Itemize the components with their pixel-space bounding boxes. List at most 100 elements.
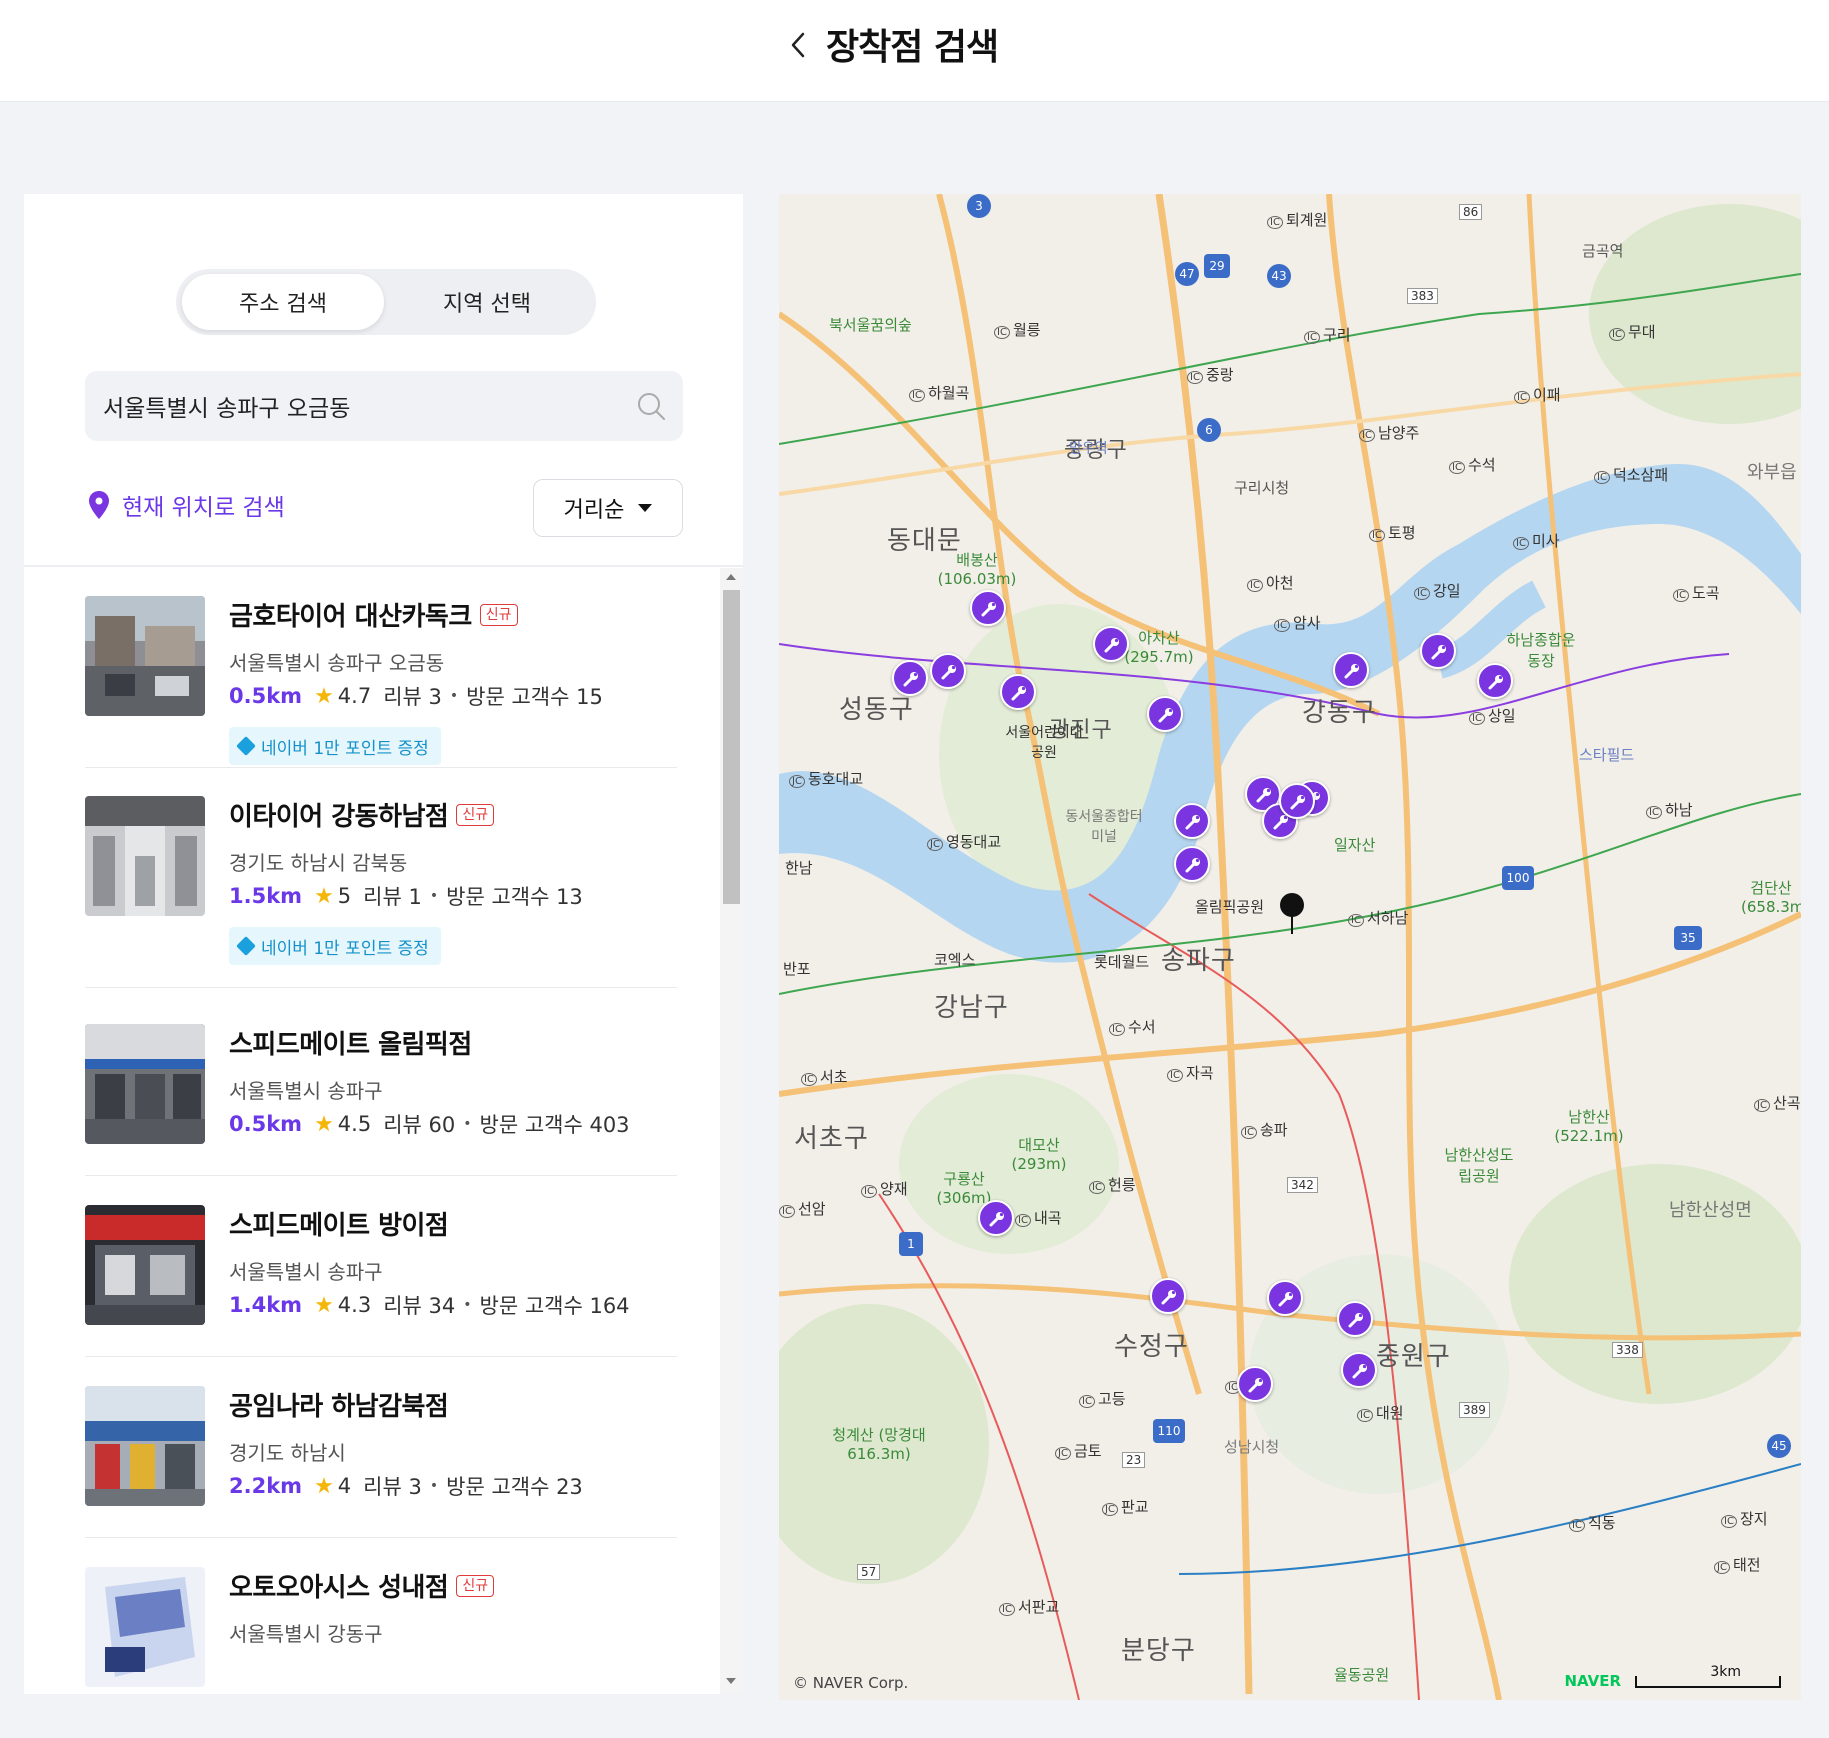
shop-marker-wrench-icon[interactable] [1279, 783, 1315, 819]
divider [24, 565, 743, 567]
shop-marker-wrench-icon[interactable] [1267, 1280, 1303, 1316]
route-shield: 383 [1407, 288, 1438, 304]
shop-meta: 0.5km ★ 4.7 리뷰 3 • 방문 고객수 15 [229, 681, 603, 711]
shop-marker-wrench-icon[interactable] [1174, 846, 1210, 882]
ic-label: IC 고등 [1079, 1388, 1126, 1409]
tab-region-select[interactable]: 지역 선택 [386, 274, 588, 330]
shop-visitors: 방문 고객수 164 [479, 1294, 630, 1318]
shop-marker-wrench-icon[interactable] [978, 1200, 1014, 1236]
shop-thumbnail [85, 1386, 205, 1506]
shop-marker-wrench-icon[interactable] [970, 590, 1006, 626]
naver-logo: NAVER [1564, 1672, 1621, 1690]
ic-label: IC 토평 [1369, 522, 1416, 543]
shop-name: 스피드메이트 올림픽점 [229, 1030, 472, 1060]
list-item[interactable]: 금호타이어 대산카독크 신규 서울특별시 송파구 오금동 0.5km ★ 4.7 … [85, 568, 677, 768]
shop-visitors: 방문 고객수 23 [446, 1475, 583, 1499]
list-item[interactable]: 공임나라 하남감북점 경기도 하남시 2.2km ★ 4 리뷰 3 • 방문 고… [85, 1378, 677, 1538]
route-shield: 43 [1267, 264, 1291, 288]
route-shield: 29 [1204, 254, 1230, 278]
promo-text: 네이버 1만 포인트 증정 [261, 938, 429, 959]
search-input[interactable] [103, 371, 623, 441]
shop-meta: 2.2km ★ 4 리뷰 3 • 방문 고객수 23 [229, 1471, 583, 1501]
list-item[interactable]: 오토오아시스 성내점 신규 서울특별시 강동구 [85, 1559, 677, 1694]
place-label: 남한산성면 [1669, 1200, 1752, 1221]
shop-marker-wrench-icon[interactable] [1093, 626, 1129, 662]
ic-label: IC 수서 [1109, 1016, 1156, 1037]
tag-icon [236, 936, 256, 956]
new-badge: 신규 [456, 1574, 495, 1597]
place-label: 북서울꿈의숲 [829, 316, 912, 334]
ic-label: IC 도곡 [1673, 582, 1720, 603]
header-bar: 장착점 검색 [0, 0, 1829, 102]
list-item[interactable]: 이타이어 강동하남점 신규 경기도 하남시 감북동 1.5km ★ 5 리뷰 1 … [85, 788, 677, 988]
shop-marker-wrench-icon[interactable] [1237, 1366, 1273, 1402]
map-copyright: © NAVER Corp. [793, 1674, 909, 1692]
current-location-pin-icon[interactable] [1279, 892, 1305, 936]
shop-marker-wrench-icon[interactable] [1477, 663, 1513, 699]
current-location-label: 현재 위치로 검색 [122, 495, 285, 521]
new-badge: 신규 [479, 603, 518, 626]
ic-label: IC 덕소삼패 [1594, 464, 1668, 485]
shop-marker-wrench-icon[interactable] [930, 653, 966, 689]
scroll-down-arrow-icon[interactable] [726, 1678, 736, 1684]
separator-dot: • [429, 1478, 439, 1494]
shop-thumbnail [85, 1205, 205, 1325]
route-shield: 6 [1197, 418, 1221, 442]
shop-reviews: 리뷰 1 [363, 885, 422, 909]
route-shield: 100 [1502, 866, 1534, 890]
shop-meta: 1.5km ★ 5 리뷰 1 • 방문 고객수 13 [229, 881, 583, 911]
shop-thumbnail [85, 1024, 205, 1144]
current-location-button[interactable]: 현재 위치로 검색 [88, 488, 285, 522]
ic-label: IC 송파 [1241, 1119, 1288, 1140]
district-label: 분당구 [1121, 1636, 1196, 1666]
list-item[interactable]: 스피드메이트 올림픽점 서울특별시 송파구 0.5km ★ 4.5 리뷰 60 … [85, 1016, 677, 1176]
shop-visitors: 방문 고객수 13 [446, 885, 583, 909]
place-label: 대모산 (293m) [1011, 1136, 1067, 1173]
new-badge: 신규 [456, 803, 495, 826]
sort-dropdown[interactable]: 거리순 [533, 479, 683, 537]
shop-marker-wrench-icon[interactable] [1337, 1301, 1373, 1337]
route-shield: 338 [1612, 1342, 1643, 1358]
separator-dot: • [463, 1297, 472, 1313]
ic-label: IC 내곡 [1015, 1207, 1062, 1228]
shop-marker-wrench-icon[interactable] [1333, 652, 1369, 688]
route-shield: 23 [1122, 1452, 1146, 1468]
place-label: 금곡역 [1582, 242, 1624, 260]
ic-label: JC 판교 [1102, 1496, 1149, 1517]
shop-marker-wrench-icon[interactable] [1174, 803, 1210, 839]
map-view[interactable]: 동대문 성동구 광진구 강동구 송파구 강남구 서초구 수정구 중원구 분당구 … [779, 194, 1801, 1700]
ic-label: IC 선암 [779, 1198, 826, 1219]
place-label: 하남종합운동장 [1506, 631, 1576, 670]
route-shield: 342 [1287, 1177, 1318, 1193]
tab-address-search[interactable]: 주소 검색 [182, 274, 384, 330]
list-scrollbar[interactable] [720, 568, 743, 1694]
shop-list: 금호타이어 대산카독크 신규 서울특별시 송파구 오금동 0.5km ★ 4.7 … [24, 568, 720, 1694]
search-icon[interactable] [635, 390, 667, 422]
ic-label: IC 암사 [1274, 612, 1321, 633]
shop-address: 서울특별시 송파구 [229, 1260, 383, 1284]
ic-label: IC 장지 [1721, 1508, 1768, 1529]
separator-dot: • [429, 888, 439, 904]
shop-marker-wrench-icon[interactable] [1420, 633, 1456, 669]
scroll-up-arrow-icon[interactable] [726, 574, 736, 580]
shop-name: 공임나라 하남감북점 [229, 1392, 449, 1422]
shop-marker-wrench-icon[interactable] [1341, 1352, 1377, 1388]
shop-marker-wrench-icon[interactable] [892, 660, 928, 696]
place-label: 남한산성도립공원 [1444, 1146, 1514, 1185]
back-arrow-icon[interactable] [787, 28, 809, 62]
scrollbar-thumb[interactable] [723, 590, 740, 904]
ic-label: IC 이패 [1514, 384, 1561, 405]
place-label: 율동공원 [1334, 1666, 1390, 1684]
shop-marker-wrench-icon[interactable] [1150, 1278, 1186, 1314]
shop-rating: 5 [337, 884, 352, 908]
shop-marker-wrench-icon[interactable] [1147, 696, 1183, 732]
district-label: 강동구 [1302, 698, 1377, 728]
district-label: 서초구 [794, 1124, 869, 1154]
shop-name: 금호타이어 대산카독크 [229, 602, 472, 632]
place-label: 남한산 (522.1m) [1554, 1108, 1624, 1145]
ic-label: IC 무대 [1609, 321, 1656, 342]
place-label: 코엑스 [934, 951, 976, 969]
shop-marker-wrench-icon[interactable] [1000, 674, 1036, 710]
place-label: 스타필드 [1579, 746, 1635, 764]
list-item[interactable]: 스피드메이트 방이점 서울특별시 송파구 1.4km ★ 4.3 리뷰 34 •… [85, 1197, 677, 1357]
